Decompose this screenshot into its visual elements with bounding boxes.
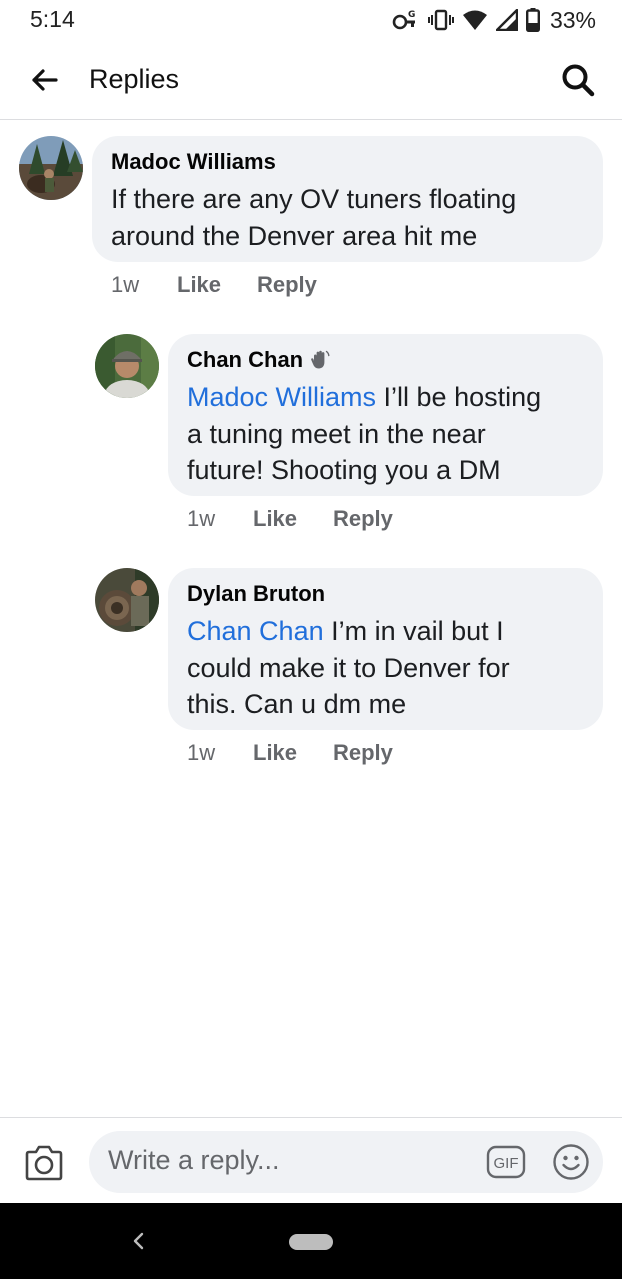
avatar-photo-person (95, 334, 159, 398)
comment-bubble[interactable]: Madoc Williams If there are any OV tuner… (92, 136, 603, 262)
mention-link[interactable]: Madoc Williams (187, 382, 376, 412)
comment-line: If there are any OV tuners floating (111, 184, 517, 214)
reply-button[interactable]: Reply (257, 272, 317, 298)
reply-placeholder: Write a reply... (108, 1145, 280, 1175)
reply-button[interactable]: Reply (333, 740, 393, 766)
comment-author-row: Chan Chan (187, 347, 331, 373)
system-nav-bar (0, 1203, 622, 1279)
vibrate-icon (427, 9, 454, 31)
avatar[interactable] (95, 334, 159, 398)
signal-icon (495, 9, 518, 31)
comment-bubble[interactable]: Chan Chan Madoc Williams I’ll be hosting… (168, 334, 603, 496)
comment-line: a tuning meet in the near (187, 418, 486, 449)
comment-line: could make it to Denver for (187, 652, 510, 683)
reply-composer: Write a reply... GIF (0, 1117, 622, 1203)
comment-bubble[interactable]: Dylan Bruton Chan Chan I’m in vail but I… (168, 568, 603, 730)
status-bar: 5:14 G 33% (0, 0, 622, 40)
comment-line-text: I’ll be hosting (376, 382, 542, 412)
comment-text: Chan Chan I’m in vail but I could make i… (187, 613, 510, 723)
avatar[interactable] (95, 568, 159, 632)
comment-line: around the Denver area hit me (111, 220, 478, 251)
avatar-photo-hunter (95, 568, 159, 632)
like-button[interactable]: Like (253, 740, 297, 766)
search-button[interactable] (558, 60, 598, 100)
svg-text:G: G (408, 10, 415, 20)
comment-line: Chan Chan I’m in vail but I (187, 613, 510, 650)
like-button[interactable]: Like (253, 506, 297, 532)
chevron-left-icon (133, 1232, 144, 1250)
comment-text: Madoc Williams I’ll be hosting a tuning … (187, 379, 541, 489)
gif-label: GIF (494, 1155, 519, 1172)
mention-link[interactable]: Chan Chan (187, 616, 324, 646)
like-button[interactable]: Like (177, 272, 221, 298)
wifi-icon (462, 10, 487, 30)
comment-line: this. Can u dm me (187, 689, 407, 719)
gif-button[interactable]: GIF (486, 1145, 526, 1179)
comment-author[interactable]: Dylan Bruton (187, 581, 325, 607)
battery-icon (525, 8, 540, 32)
comment-text: If there are any OV tuners floating arou… (111, 181, 516, 254)
comment-time: 1w (187, 740, 216, 765)
avatar[interactable] (19, 136, 83, 200)
status-icons: G 33% (392, 6, 596, 34)
comment-time: 1w (111, 272, 140, 297)
smiley-icon (553, 1144, 589, 1180)
arrow-left-icon (32, 69, 58, 91)
nav-back-button[interactable] (128, 1229, 148, 1253)
back-button[interactable] (24, 62, 64, 98)
comment-line: future! Shooting you a DM (187, 455, 501, 485)
reply-button[interactable]: Reply (333, 506, 393, 532)
reply-input[interactable]: Write a reply... GIF (89, 1131, 603, 1193)
battery-percent: 33% (549, 6, 596, 33)
comment-author[interactable]: Chan Chan (187, 347, 303, 373)
key-g-icon: G (392, 10, 415, 30)
comment-author[interactable]: Madoc Williams (111, 149, 276, 175)
waving-hand-icon (311, 350, 330, 369)
camera-button[interactable] (24, 1145, 64, 1181)
comment-line: Madoc Williams I’ll be hosting (187, 379, 541, 416)
page-title: Replies (89, 64, 180, 94)
comment-line-text: I’m in vail but I (323, 616, 504, 646)
gif-icon: GIF (486, 1145, 526, 1179)
comment-time: 1w (187, 506, 216, 531)
search-icon (562, 64, 595, 97)
nav-home-pill[interactable] (289, 1234, 333, 1250)
emoji-button[interactable] (552, 1143, 590, 1181)
app-header: Replies (0, 40, 622, 120)
status-time: 5:14 (30, 6, 75, 32)
avatar-photo-forest (19, 136, 83, 200)
camera-icon (25, 1145, 63, 1181)
